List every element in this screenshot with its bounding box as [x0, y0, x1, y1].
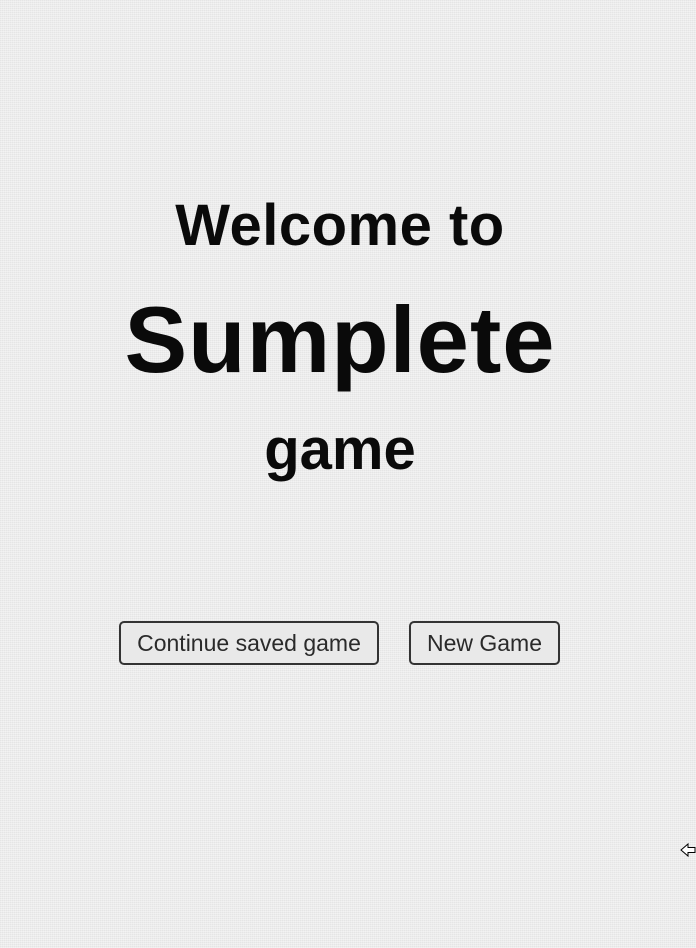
- welcome-heading: Welcome to: [175, 193, 505, 258]
- game-title: Sumplete: [124, 287, 556, 392]
- continue-saved-game-button[interactable]: Continue saved game: [119, 621, 379, 665]
- new-game-button[interactable]: New Game: [409, 621, 560, 665]
- arrow-cursor-icon: [680, 842, 696, 858]
- welcome-subheading: game: [264, 417, 416, 482]
